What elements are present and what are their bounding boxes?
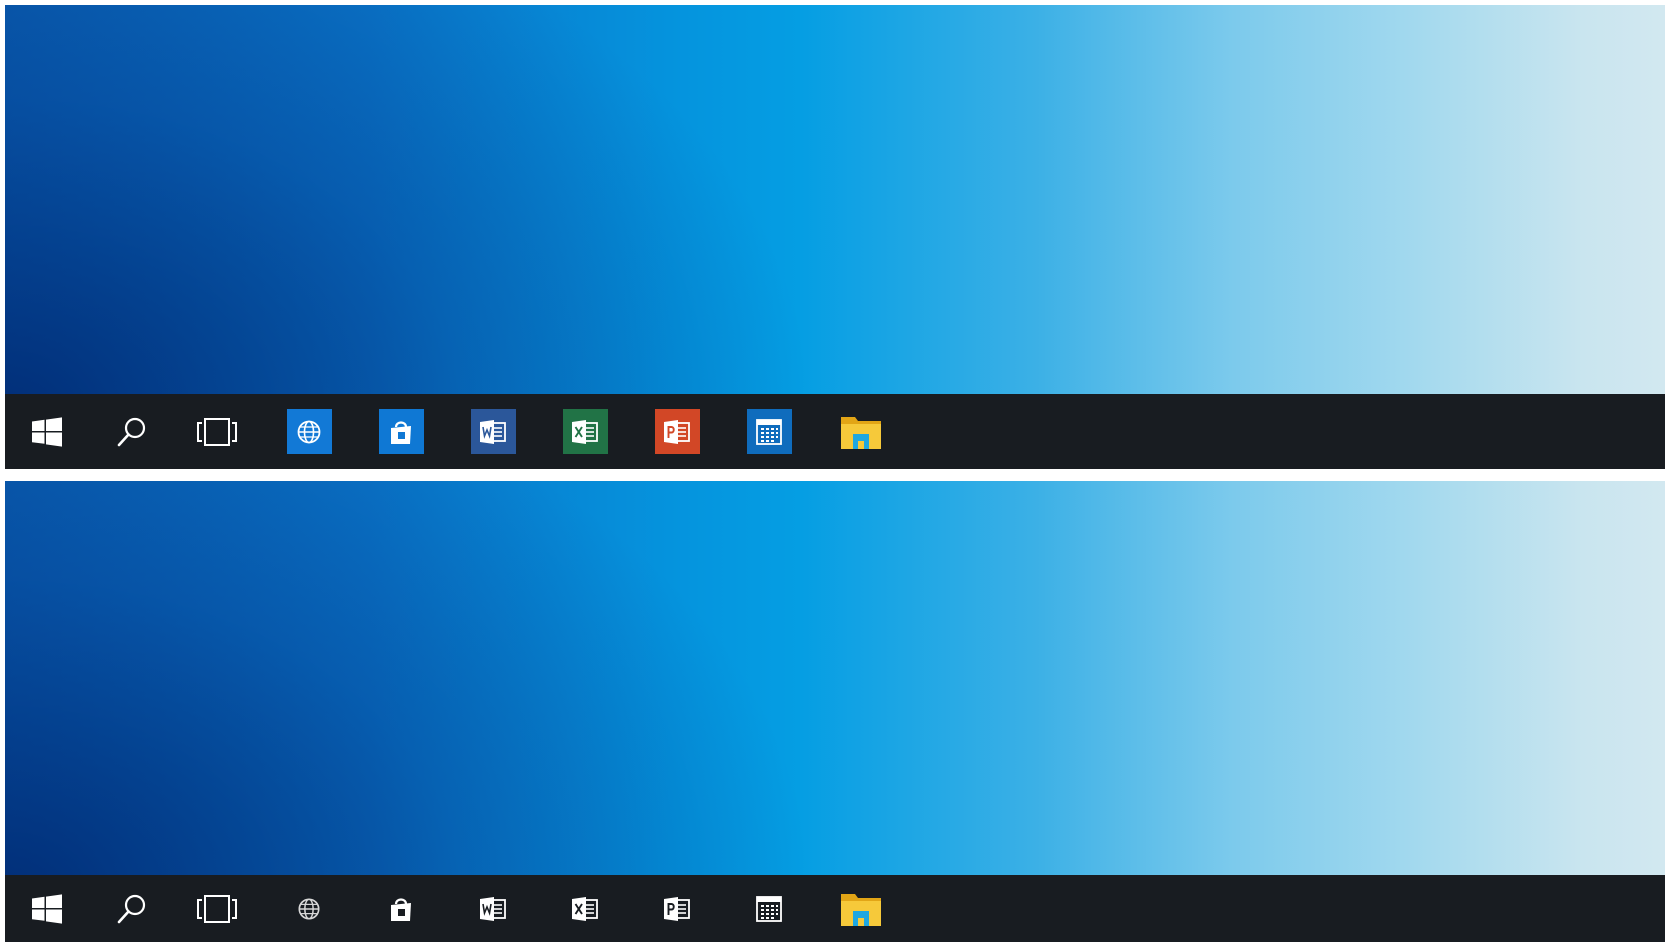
file-explorer[interactable] <box>829 394 893 469</box>
edge-browser[interactable] <box>277 875 341 942</box>
store-app[interactable] <box>369 875 433 942</box>
store-tile <box>378 409 424 454</box>
folder-icon <box>841 893 881 926</box>
edge-browser[interactable] <box>277 394 341 469</box>
globe-icon <box>298 897 320 920</box>
excel-icon <box>572 419 598 444</box>
excel-tile <box>562 409 608 454</box>
calendar-app[interactable] <box>737 875 801 942</box>
store-tile <box>379 886 424 931</box>
excel-tile <box>563 886 608 931</box>
task-view-button[interactable] <box>185 875 249 942</box>
task-view-button[interactable] <box>185 394 249 469</box>
task-view-icon <box>197 417 237 446</box>
powerpoint-tile <box>654 409 700 454</box>
powerpoint-icon <box>664 896 690 921</box>
word-app[interactable] <box>461 875 525 942</box>
calendar-tile <box>746 409 792 454</box>
windows-logo-icon <box>32 893 62 924</box>
edge-tile <box>286 409 332 454</box>
desktop-screenshot-top <box>5 5 1665 469</box>
word-tile <box>471 886 516 931</box>
powerpoint-tile <box>655 886 700 931</box>
excel-app[interactable] <box>553 875 617 942</box>
globe-icon <box>297 420 321 443</box>
desktop-screenshot-bottom <box>5 481 1665 942</box>
shopping-bag-icon <box>391 897 411 921</box>
word-app[interactable] <box>461 394 525 469</box>
search-icon <box>117 894 146 923</box>
folder-icon <box>841 416 881 449</box>
start-button[interactable] <box>15 394 79 469</box>
windows-logo-icon <box>32 416 62 447</box>
powerpoint-app[interactable] <box>645 394 709 469</box>
desktop-wallpaper[interactable] <box>5 5 1665 394</box>
calendar-icon <box>756 895 782 922</box>
calendar-icon <box>756 418 782 445</box>
calendar-tile <box>747 886 792 931</box>
edge-tile <box>287 886 332 931</box>
search-icon <box>117 417 146 446</box>
excel-app[interactable] <box>553 394 617 469</box>
word-icon <box>480 419 506 444</box>
shopping-bag-icon <box>391 420 411 444</box>
file-explorer[interactable] <box>829 875 893 942</box>
excel-icon <box>572 896 598 921</box>
desktop-wallpaper[interactable] <box>5 481 1665 875</box>
start-button[interactable] <box>15 875 79 942</box>
task-view-icon <box>197 894 237 923</box>
powerpoint-icon <box>664 419 690 444</box>
search-button[interactable] <box>100 394 164 469</box>
taskbar <box>5 875 1665 942</box>
calendar-app[interactable] <box>737 394 801 469</box>
word-tile <box>470 409 516 454</box>
store-app[interactable] <box>369 394 433 469</box>
taskbar <box>5 394 1665 469</box>
word-icon <box>480 896 506 921</box>
powerpoint-app[interactable] <box>645 875 709 942</box>
search-button[interactable] <box>100 875 164 942</box>
